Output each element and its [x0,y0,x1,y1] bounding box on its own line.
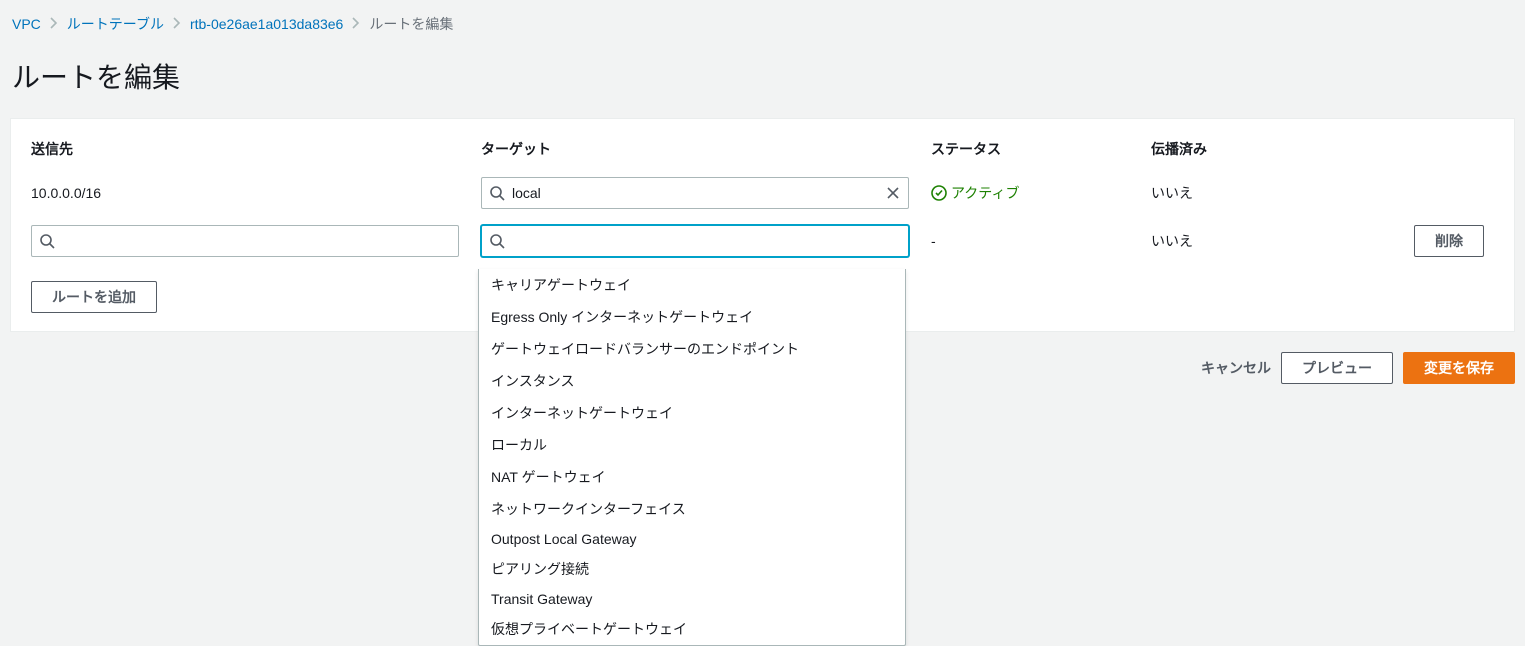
target-input[interactable] [481,225,909,257]
preview-button[interactable]: プレビュー [1281,352,1393,384]
target-dropdown: キャリアゲートウェイ Egress Only インターネットゲートウェイ ゲート… [478,269,906,646]
cancel-button[interactable]: キャンセル [1201,358,1271,378]
dropdown-option[interactable]: Outpost Local Gateway [479,525,905,553]
dropdown-option[interactable]: インターネットゲートウェイ [479,397,905,429]
close-icon [886,186,900,200]
target-input[interactable] [481,177,909,209]
dropdown-option[interactable]: キャリアゲートウェイ [479,269,905,301]
destination-input-wrap [31,225,459,257]
breadcrumb: VPC ルートテーブル rtb-0e26ae1a013da83e6 ルートを編集 [0,0,1525,42]
check-circle-icon [931,185,947,201]
propagated-cell: いいえ [1151,183,1331,203]
dropdown-option[interactable]: ピアリング接続 [479,553,905,585]
clear-input-button[interactable] [883,183,903,203]
search-icon [489,185,505,201]
column-header-status: ステータス [931,139,1151,159]
page-title: ルートを編集 [0,42,1525,118]
breadcrumb-current: ルートを編集 [369,14,453,34]
target-input-wrap [481,177,909,209]
table-row: 10.0.0.0/16 アクティブ いいえ [31,169,1494,217]
save-button[interactable]: 変更を保存 [1403,352,1515,384]
breadcrumb-link-route-tables[interactable]: ルートテーブル [67,14,164,34]
delete-button[interactable]: 削除 [1414,225,1484,257]
target-input-wrap [481,225,909,257]
dropdown-option[interactable]: ローカル [479,429,905,461]
propagated-cell: いいえ [1151,231,1331,251]
table-header-row: 送信先 ターゲット ステータス 伝播済み [31,123,1494,169]
breadcrumb-link-rtb-id[interactable]: rtb-0e26ae1a013da83e6 [190,16,343,32]
status-cell: - [931,233,1151,249]
column-header-destination: 送信先 [31,139,481,159]
dropdown-option[interactable]: ゲートウェイロードバランサーのエンドポイント [479,333,905,365]
destination-cell: 10.0.0.0/16 [31,185,481,201]
dropdown-option[interactable]: Egress Only インターネットゲートウェイ [479,301,905,333]
dropdown-option[interactable]: NAT ゲートウェイ [479,461,905,493]
destination-input[interactable] [31,225,459,257]
dropdown-option[interactable]: インスタンス [479,365,905,397]
breadcrumb-link-vpc[interactable]: VPC [12,16,41,32]
table-row: - いいえ 削除 [31,217,1494,265]
add-route-button[interactable]: ルートを追加 [31,281,157,313]
chevron-right-icon [349,16,363,32]
chevron-right-icon [47,16,61,32]
status-label: アクティブ [951,183,1019,203]
search-icon [489,233,505,249]
column-header-target: ターゲット [481,139,931,159]
status-cell: アクティブ [931,183,1151,203]
dropdown-option[interactable]: 仮想プライベートゲートウェイ [479,613,905,645]
chevron-right-icon [170,16,184,32]
dropdown-option[interactable]: ネットワークインターフェイス [479,493,905,525]
dropdown-option[interactable]: Transit Gateway [479,585,905,613]
search-icon [39,233,55,249]
column-header-propagated: 伝播済み [1151,139,1331,159]
